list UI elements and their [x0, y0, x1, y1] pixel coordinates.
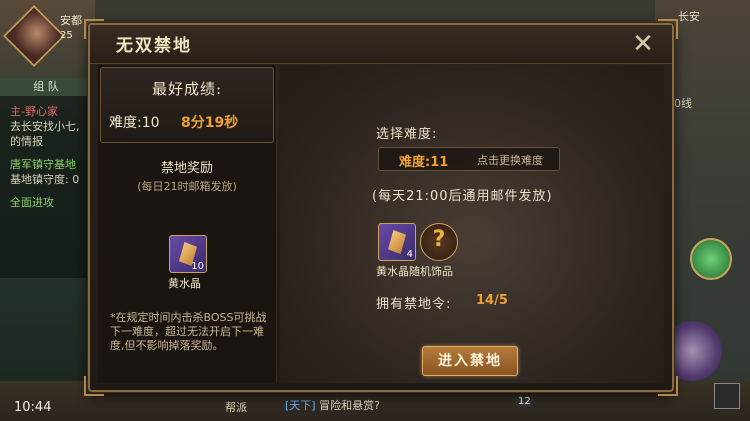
player-name: 安都 — [60, 14, 82, 27]
chat-channel-tag: [天下] — [285, 399, 316, 412]
team-tab[interactable]: 组 队 — [0, 78, 92, 96]
best-record-box: 最好成绩: 难度:10 8分19秒 — [100, 67, 274, 143]
close-icon[interactable]: ✕ — [630, 31, 656, 57]
best-time: 8分19秒 — [181, 115, 239, 131]
clock: 10:44 — [14, 400, 52, 415]
quest-row[interactable]: 唐军镇守基地 — [10, 158, 76, 172]
token-label: 拥有禁地令: — [376, 297, 452, 312]
difficulty-value: 难度:11 — [399, 155, 449, 170]
quest-row[interactable]: 的情报 — [10, 135, 43, 149]
region-name: 长安 — [678, 10, 700, 23]
reward-item-count: 10 — [191, 261, 204, 272]
forbidden-zone-dialog: 无双禁地 ✕ 最好成绩: 难度:10 8分19秒 禁地奖励 (每日21时邮箱发放… — [84, 19, 678, 396]
reward-items-names: 黄水晶随机饰品 — [376, 265, 453, 278]
right-panel: 选择难度: 难度:11 点击更换难度 (每天21:00后通用邮件发放) 4 ? … — [280, 65, 664, 383]
dialog-title: 无双禁地 — [116, 36, 192, 56]
reward-item-random[interactable]: ? — [420, 223, 458, 261]
best-record-title: 最好成绩: — [151, 80, 223, 98]
minimap-orb-icon[interactable] — [690, 238, 732, 280]
reward-item-name: 黄水晶 — [168, 277, 201, 290]
player-level: 25 — [60, 30, 73, 41]
quest-row[interactable]: 基地镇守度: 0 — [10, 173, 79, 187]
system-button[interactable] — [714, 383, 740, 409]
chat-message: 冒险和悬赏? — [319, 399, 380, 412]
reward-subtitle: (每日21时邮箱发放) — [137, 180, 237, 193]
quest-row[interactable]: 主-野心家 — [10, 105, 58, 119]
question-mark-icon: ? — [432, 227, 446, 252]
reward-item-crystal[interactable]: 4 — [378, 223, 416, 261]
server-line[interactable]: 0线 — [674, 95, 692, 111]
best-difficulty: 难度:10 — [109, 115, 160, 131]
select-difficulty-label: 选择难度: — [376, 127, 438, 142]
daily-mail-note: (每天21:00后通用邮件发放) — [372, 189, 553, 204]
quest-row[interactable]: 去长安找小七, — [10, 120, 80, 134]
notification-badge: 12 — [515, 396, 534, 407]
difficulty-selector[interactable]: 难度:11 点击更换难度 — [378, 147, 560, 171]
chat-line[interactable]: [天下] 冒险和悬赏? — [285, 397, 380, 413]
reward-title: 禁地奖励 — [160, 161, 213, 176]
quest-row[interactable]: 全面进攻 — [10, 196, 54, 210]
difficulty-hint: 点击更换难度 — [477, 154, 543, 167]
dialog-title-bar: 无双禁地 ✕ — [90, 25, 672, 64]
rule-text: *在规定时间内击杀BOSS可挑战下一难度，超过无法开启下一难度,但不影响掉落奖励… — [110, 311, 267, 352]
guild-button[interactable]: 帮派 — [225, 399, 247, 415]
reward-item-slot[interactable]: 10 — [169, 235, 207, 273]
yellow-crystal-icon — [388, 230, 406, 254]
crystal-count: 4 — [406, 249, 413, 260]
enter-zone-button[interactable]: 进入禁地 — [422, 346, 518, 376]
token-value: 14/5 — [476, 293, 508, 308]
left-panel: 最好成绩: 难度:10 8分19秒 禁地奖励 (每日21时邮箱发放) 10 黄水… — [98, 65, 277, 383]
